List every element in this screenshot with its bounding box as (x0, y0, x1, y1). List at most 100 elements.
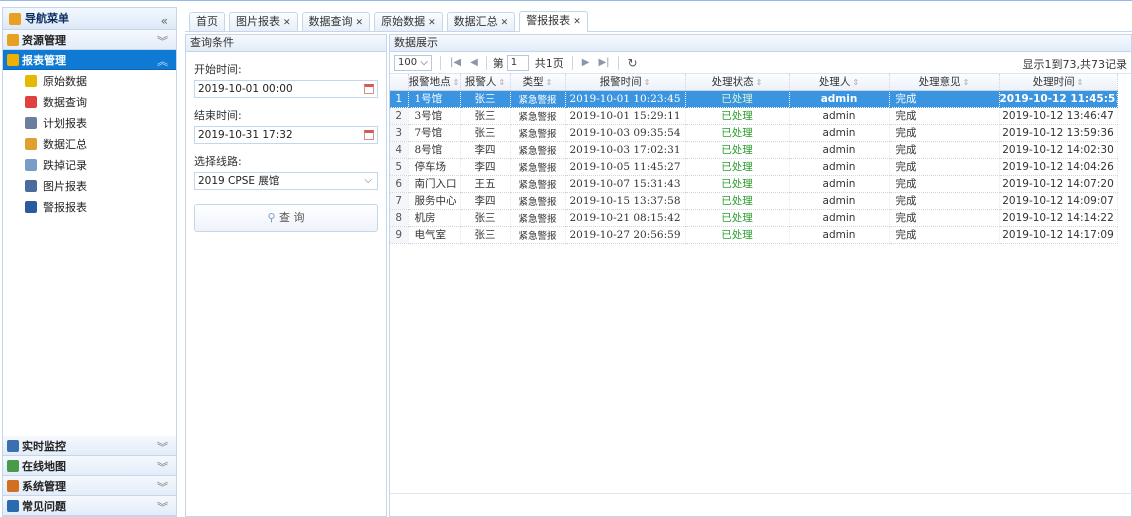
start-time-field[interactable]: 2019-10-01 00:00 (194, 80, 378, 98)
first-page-icon[interactable]: |◀ (450, 57, 461, 68)
last-page-icon[interactable]: ▶| (598, 57, 609, 68)
chevron-down-icon[interactable]: ︾ (157, 499, 168, 515)
table-row[interactable]: 6 南门入口 王五 紧急警报 2019-10-07 15:31:43 已处理 admin 完成… (390, 175, 1118, 193)
calendar-icon[interactable] (364, 84, 374, 94)
accordion-map[interactable]: 在线地图 ︾ (3, 456, 176, 476)
cell-status: 已处理 (685, 107, 790, 125)
column-header[interactable]: 报警地点 ⇕ (408, 74, 461, 91)
tab-2[interactable]: 数据查询 ✕ (301, 12, 371, 31)
accordion-monitor[interactable]: 实时监控 ︾ (3, 436, 176, 456)
table-row[interactable]: 2 3号馆 张三 紧急警报 2019-10-01 15:29:11 已处理 admin 完成 2… (390, 107, 1118, 125)
sidebar-item-label: 跌掉记录 (43, 158, 87, 172)
tab-5[interactable]: 警报报表 ✕ (519, 11, 588, 32)
calendar-icon[interactable] (364, 130, 374, 140)
tab-label: 首页 (196, 15, 218, 28)
column-header[interactable]: 报警时间 ⇕ (565, 74, 686, 91)
table-row[interactable]: 8 机房 张三 紧急警报 2019-10-21 08:15:42 已处理 admin 完成 20… (390, 209, 1118, 227)
accordion-label: 在线地图 (22, 459, 66, 473)
chevron-down-icon[interactable]: ︾ (157, 439, 168, 455)
route-label: 选择线路: (194, 155, 242, 168)
cell-note: 完成 (889, 90, 1000, 108)
accordion-label: 实时监控 (22, 439, 66, 453)
tab-1[interactable]: 图片报表 ✕ (229, 12, 298, 31)
query-button[interactable]: ⚲ 查 询 (194, 204, 378, 232)
close-icon[interactable]: ✕ (356, 18, 364, 28)
cell-status: 已处理 (685, 158, 790, 176)
end-time-field[interactable]: 2019-10-31 17:32 (194, 126, 378, 144)
cell-n: 1 (390, 90, 409, 108)
close-icon[interactable]: ✕ (573, 17, 581, 27)
tab-0[interactable]: 首页 (189, 12, 225, 31)
cell-loc: 1号馆 (408, 90, 461, 108)
table-row[interactable]: 4 8号馆 李四 紧急警报 2019-10-03 17:02:31 已处理 admin 完成 2… (390, 141, 1118, 159)
tab-4[interactable]: 数据汇总 ✕ (446, 12, 516, 31)
close-icon[interactable]: ✕ (428, 18, 436, 28)
cell-htime: 2019-10-12 14:07:20 (999, 175, 1118, 193)
column-header-label: 报警人 (464, 76, 497, 89)
refresh-icon[interactable]: ↻ (628, 56, 638, 70)
column-header-label: 处理状态 (711, 76, 754, 89)
folder-icon (7, 33, 19, 46)
query-panel-header: 查询条件 « (186, 35, 400, 52)
column-header[interactable]: 处理时间 ⇕ (999, 74, 1118, 91)
cell-htime: 2019-10-12 14:17:09 (999, 226, 1118, 244)
column-header[interactable]: 处理人 ⇕ (789, 74, 890, 91)
chevron-up-icon[interactable]: ︽ (157, 53, 168, 69)
nav-header: 导航菜单 « (3, 8, 176, 30)
accordion-chart[interactable]: 报表管理 ︽ (3, 50, 176, 70)
chevron-down-icon[interactable]: ︾ (157, 459, 168, 475)
page-prefix: 第 (492, 56, 504, 70)
column-header[interactable]: 类型 ⇕ (510, 74, 566, 91)
sidebar-item-label: 数据汇总 (43, 137, 87, 151)
accordion-question[interactable]: 常见问题 ︾ (3, 496, 176, 516)
sidebar-item-alarm[interactable]: 警报报表 (3, 196, 176, 217)
collapse-left-icon[interactable]: « (161, 11, 168, 32)
sort-icon: ⇕ (545, 78, 553, 88)
column-header-label: 报警时间 (599, 76, 642, 89)
sort-icon: ⇕ (643, 78, 651, 88)
page-size-select[interactable]: 100 ⌵ (394, 54, 432, 71)
pagination-toolbar: 100 ⌵ |◀ ◀ 第 1 共1页 ▶ ▶| ↻ 显示1到73,共73记录 (390, 52, 1131, 74)
table-row[interactable]: 5 停车场 李四 紧急警报 2019-10-05 11:45:27 已处理 admin 完成 2… (390, 158, 1118, 176)
sidebar-item-database[interactable]: 原始数据 (3, 70, 176, 91)
route-select[interactable]: 2019 CPSE 展馆 ⌵ (194, 172, 378, 190)
accordion-gear[interactable]: 系统管理 ︾ (3, 476, 176, 496)
cell-n: 6 (390, 175, 409, 193)
column-header-label: 类型 (522, 76, 544, 89)
cell-loc: 电气室 (408, 226, 461, 244)
column-header[interactable]: 处理状态 ⇕ (685, 74, 790, 91)
table-row[interactable]: 1 1号馆 张三 紧急警报 2019-10-01 10:23:45 已处理 admin 完成 2… (390, 90, 1118, 108)
column-header[interactable]: 处理意见 ⇕ (889, 74, 1000, 91)
question-icon (7, 499, 19, 512)
table-row[interactable]: 3 7号馆 张三 紧急警报 2019-10-03 09:35:54 已处理 admin 完成 2… (390, 124, 1118, 142)
cell-loc: 8号馆 (408, 141, 461, 159)
sidebar-item-flag[interactable]: 跌掉记录 (3, 154, 176, 175)
accordion-label: 常见问题 (22, 499, 66, 513)
accordion-folder[interactable]: 资源管理 ︾ (3, 30, 176, 50)
nav-menu: 导航菜单 « 资源管理 ︾ 报表管理 ︽ 原始数据 数据查询 计划报表数据汇总跌掉记录图片… (2, 7, 177, 517)
chevron-down-icon[interactable]: ︾ (157, 479, 168, 495)
table-row[interactable]: 9 电气室 张三 紧急警报 2019-10-27 20:56:59 已处理 admin 完成 2… (390, 226, 1118, 244)
cell-n: 4 (390, 141, 409, 159)
sidebar-item-picture[interactable]: 图片报表 (3, 175, 176, 196)
prev-page-icon[interactable]: ◀ (470, 57, 478, 68)
close-icon[interactable]: ✕ (283, 18, 291, 28)
chevron-down-icon[interactable]: ︾ (157, 33, 168, 49)
toolbar-divider (571, 55, 573, 70)
page-number-input[interactable]: 1 (506, 54, 529, 71)
cell-handler: admin (789, 175, 890, 193)
sidebar-item-search[interactable]: 数据查询 (3, 91, 176, 112)
database-icon (25, 74, 37, 87)
table-row[interactable]: 7 服务中心 李四 紧急警报 2019-10-15 13:37:58 已处理 admin 完成… (390, 192, 1118, 210)
next-page-icon[interactable]: ▶ (582, 57, 590, 68)
tab-3[interactable]: 原始数据 ✕ (374, 12, 443, 31)
sort-icon: ⇕ (755, 78, 763, 88)
toolbar-divider (617, 55, 619, 70)
column-header[interactable]: 报警人 ⇕ (460, 74, 511, 91)
column-header-label: 报警地点 (408, 76, 451, 89)
tab-label: 数据查询 (308, 15, 353, 28)
sidebar-item-pencil[interactable]: 数据汇总 (3, 133, 176, 154)
sidebar-item-table[interactable]: 计划报表 (3, 112, 176, 133)
close-icon[interactable]: ✕ (501, 18, 509, 28)
chevron-down-icon[interactable]: ⌵ (364, 173, 372, 189)
